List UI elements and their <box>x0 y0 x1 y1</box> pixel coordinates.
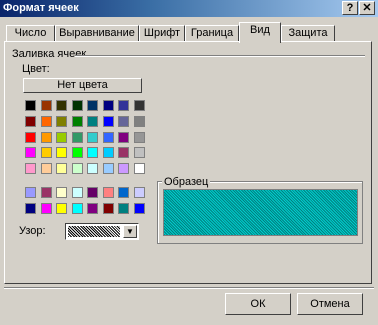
color-swatch[interactable] <box>41 163 52 174</box>
color-swatch[interactable] <box>87 147 98 158</box>
color-swatch[interactable] <box>118 187 129 198</box>
tab-border[interactable]: Граница <box>185 25 239 42</box>
color-swatch[interactable] <box>118 100 129 111</box>
color-swatch[interactable] <box>87 132 98 143</box>
color-swatch[interactable] <box>87 116 98 127</box>
color-swatch[interactable] <box>41 147 52 158</box>
color-swatch[interactable] <box>103 147 114 158</box>
color-swatch[interactable] <box>25 132 36 143</box>
tab-protection[interactable]: Защита <box>281 25 335 42</box>
color-swatch[interactable] <box>56 132 67 143</box>
color-swatch[interactable] <box>118 132 129 143</box>
pattern-preview <box>68 226 120 237</box>
color-label: Цвет: <box>22 63 50 75</box>
color-swatch[interactable] <box>25 100 36 111</box>
color-swatch[interactable] <box>72 132 83 143</box>
title-bar: Формат ячеек ? ✕ <box>0 0 378 17</box>
color-swatch[interactable] <box>56 163 67 174</box>
color-swatch[interactable] <box>25 147 36 158</box>
footer-divider <box>4 287 374 289</box>
color-swatch[interactable] <box>134 187 145 198</box>
group-divider <box>75 55 365 57</box>
tab-strip: Число Выравнивание Шрифт Граница Вид Защ… <box>4 22 374 43</box>
color-swatch[interactable] <box>41 187 52 198</box>
color-swatch[interactable] <box>134 163 145 174</box>
color-swatch[interactable] <box>41 203 52 214</box>
color-swatch[interactable] <box>41 116 52 127</box>
color-swatch[interactable] <box>118 163 129 174</box>
tab-font[interactable]: Шрифт <box>139 25 185 42</box>
color-swatch[interactable] <box>72 147 83 158</box>
color-swatch[interactable] <box>134 116 145 127</box>
color-swatch[interactable] <box>25 203 36 214</box>
color-swatch[interactable] <box>87 100 98 111</box>
color-swatch[interactable] <box>103 187 114 198</box>
color-swatch[interactable] <box>118 116 129 127</box>
color-swatch[interactable] <box>72 116 83 127</box>
color-swatch[interactable] <box>72 187 83 198</box>
chevron-down-icon[interactable]: ▼ <box>123 225 137 238</box>
pattern-dropdown[interactable]: ▼ <box>65 223 139 240</box>
color-swatch[interactable] <box>103 132 114 143</box>
color-swatch[interactable] <box>72 100 83 111</box>
tab-alignment[interactable]: Выравнивание <box>55 25 139 42</box>
pattern-label: Узор: <box>19 225 46 237</box>
shading-group-label: Заливка ячеек <box>12 48 87 60</box>
color-swatch[interactable] <box>87 203 98 214</box>
tab-number[interactable]: Число <box>6 25 55 42</box>
color-swatch[interactable] <box>118 203 129 214</box>
color-swatch[interactable] <box>25 187 36 198</box>
help-button[interactable]: ? <box>342 1 358 15</box>
color-swatch[interactable] <box>72 203 83 214</box>
color-swatch[interactable] <box>134 203 145 214</box>
cancel-button[interactable]: Отмена <box>297 293 363 315</box>
color-swatch[interactable] <box>103 100 114 111</box>
color-swatch[interactable] <box>134 100 145 111</box>
color-swatch[interactable] <box>134 132 145 143</box>
color-swatch[interactable] <box>25 116 36 127</box>
window-title: Формат ячеек <box>3 2 79 14</box>
color-swatch[interactable] <box>41 132 52 143</box>
color-swatch[interactable] <box>134 147 145 158</box>
color-swatch[interactable] <box>56 147 67 158</box>
color-swatch[interactable] <box>25 163 36 174</box>
color-swatch[interactable] <box>72 163 83 174</box>
ok-button[interactable]: ОК <box>225 293 291 315</box>
format-cells-dialog: Формат ячеек ? ✕ Число Выравнивание Шриф… <box>0 0 378 325</box>
color-swatch[interactable] <box>87 163 98 174</box>
color-swatch[interactable] <box>56 187 67 198</box>
sample-label: Образец <box>162 176 211 188</box>
color-swatch[interactable] <box>103 116 114 127</box>
color-swatch[interactable] <box>41 100 52 111</box>
color-swatch[interactable] <box>118 147 129 158</box>
color-swatch[interactable] <box>56 116 67 127</box>
tab-patterns[interactable]: Вид <box>239 22 281 43</box>
color-swatch[interactable] <box>103 163 114 174</box>
color-swatch[interactable] <box>87 187 98 198</box>
no-color-button[interactable]: Нет цвета <box>23 78 142 93</box>
color-swatch[interactable] <box>103 203 114 214</box>
close-button[interactable]: ✕ <box>359 1 375 15</box>
color-swatch[interactable] <box>56 203 67 214</box>
sample-preview <box>163 189 358 236</box>
color-swatch[interactable] <box>56 100 67 111</box>
